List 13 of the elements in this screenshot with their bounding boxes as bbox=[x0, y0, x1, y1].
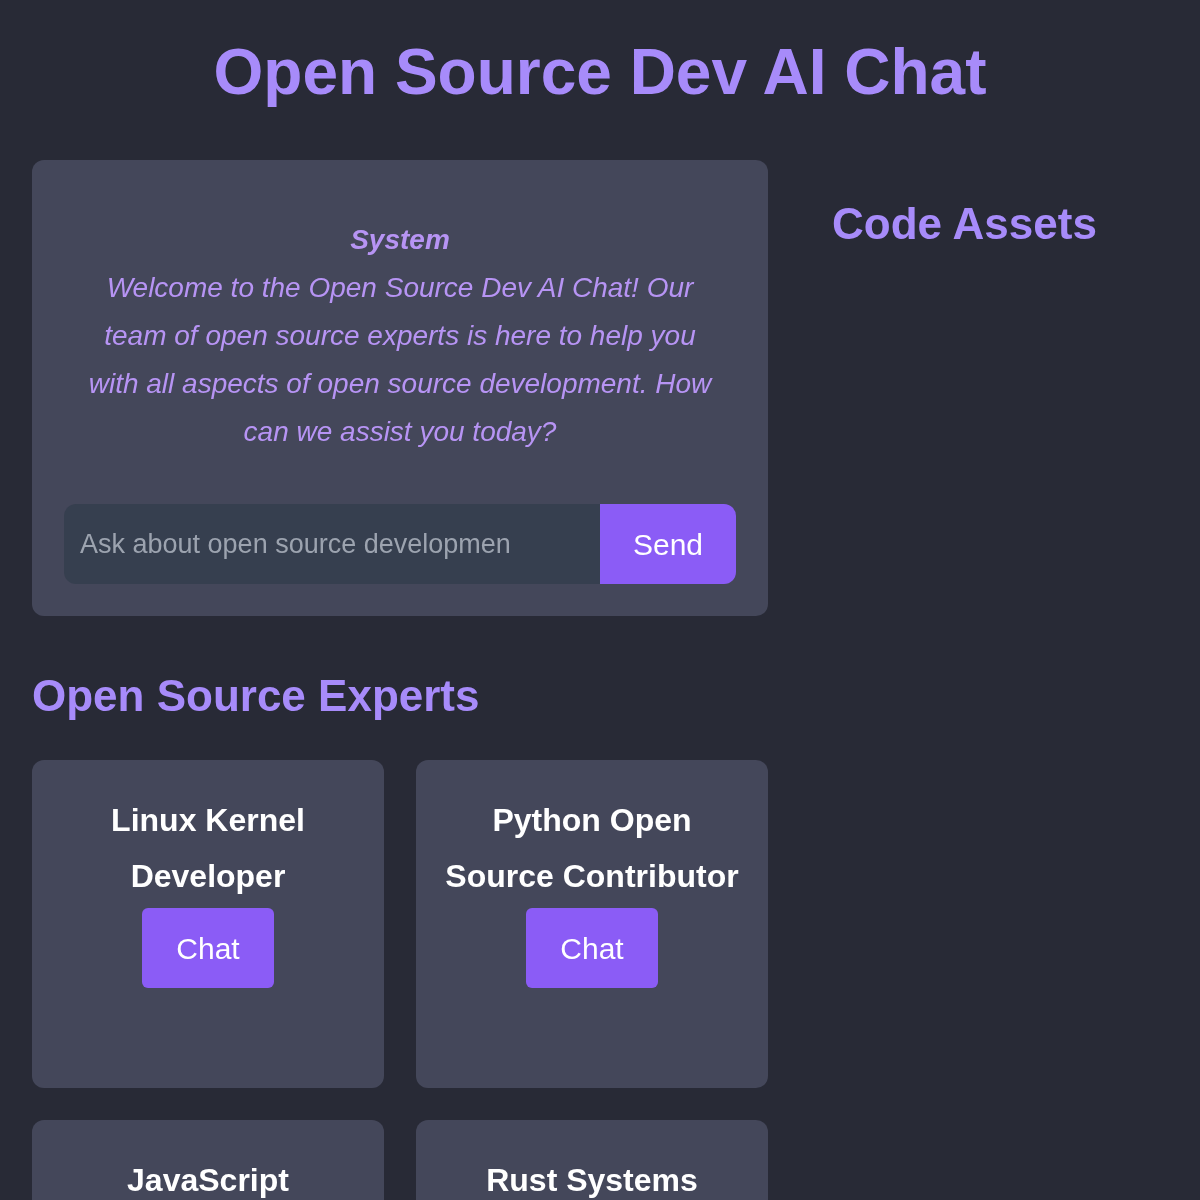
message-sender: System bbox=[350, 223, 450, 257]
expert-name: Python Open Source Contributor bbox=[444, 801, 740, 896]
page-title: Open Source Dev AI Chat bbox=[212, 35, 988, 110]
message-input[interactable]: Ask about open source developmen bbox=[64, 504, 600, 584]
expert-name: Rust Systems bbox=[486, 1161, 698, 1200]
chat-button[interactable]: Chat bbox=[142, 908, 274, 988]
chat-button[interactable]: Chat bbox=[526, 908, 658, 988]
message-text: Welcome to the Open Source Dev AI Chat! Our team of open source experts is here to help you with all aspects of open source development. How can we assist you today? bbox=[87, 271, 714, 449]
section-heading: Code Assets bbox=[832, 198, 1098, 250]
expert-name: Linux Kernel Developer bbox=[110, 801, 306, 896]
expert-name: JavaScript bbox=[127, 1161, 289, 1200]
section-heading: Open Source Experts bbox=[32, 670, 481, 722]
send-button[interactable]: Send bbox=[600, 504, 736, 584]
